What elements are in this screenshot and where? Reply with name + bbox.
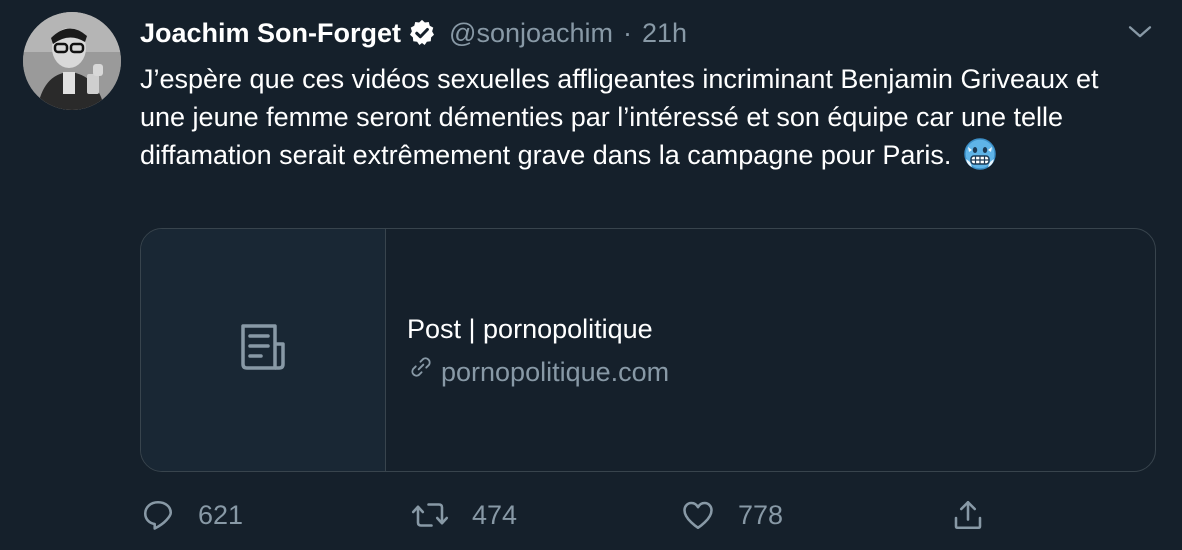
link-card[interactable]: Post | pornopolitique pornopolitique.com [140,228,1156,472]
reply-icon [140,497,176,533]
tweet-body: J’espère que ces vidéos sexuelles afflig… [140,60,1150,174]
chevron-down-icon[interactable] [1126,18,1154,46]
verified-badge-icon [407,18,437,48]
card-title: Post | pornopolitique [407,314,653,344]
reply-button[interactable]: 621 [140,490,243,540]
like-count: 778 [738,499,784,530]
retweet-button[interactable]: 474 [410,490,517,540]
author-handle[interactable]: @sonjoachim [449,18,613,49]
cold-face-emoji-icon [963,137,997,171]
tweet-header: Joachim Son-Forget @sonjoachim · 21h [140,14,687,52]
card-domain-row: pornopolitique.com [407,353,1135,390]
retweet-icon [410,497,450,533]
reply-count: 621 [198,499,244,530]
tweet-text: J’espère que ces vidéos sexuelles afflig… [140,64,1099,170]
retweet-count: 474 [472,499,518,530]
card-thumbnail [141,229,386,471]
avatar[interactable] [23,12,121,110]
link-icon [407,353,441,390]
tweet-timestamp[interactable]: 21h [642,18,687,49]
header-separator: · [623,17,633,48]
tweet-actions: 621 474 778 [140,490,1180,540]
share-icon [950,497,986,533]
card-body: Post | pornopolitique pornopolitique.com [407,311,1135,390]
document-icon [235,320,291,381]
share-button[interactable] [950,490,986,540]
card-domain: pornopolitique.com [441,356,670,387]
author-name[interactable]: Joachim Son-Forget [140,18,401,49]
like-button[interactable]: 778 [680,490,783,540]
heart-icon [680,497,716,533]
